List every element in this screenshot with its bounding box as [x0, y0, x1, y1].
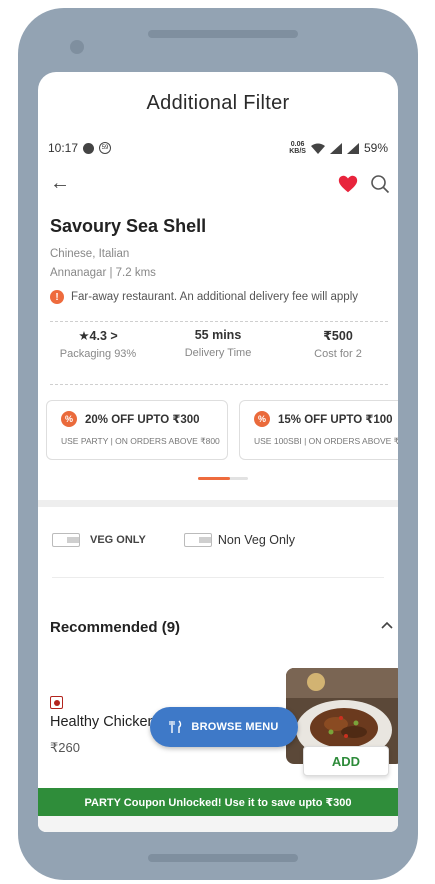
- divider-dotted-top: [50, 321, 388, 322]
- offers-carousel[interactable]: % 20% OFF UPTO ₹300 USE PARTY | ON ORDER…: [46, 400, 398, 462]
- offer-card[interactable]: % 20% OFF UPTO ₹300 USE PARTY | ON ORDER…: [46, 400, 228, 460]
- carousel-pager: [198, 477, 248, 480]
- signal-icon-2: [346, 142, 359, 154]
- wifi-icon: [310, 143, 325, 154]
- front-camera: [70, 40, 84, 54]
- back-arrow-icon[interactable]: ←: [50, 172, 70, 195]
- phone-frame: Additional Filter 10:17 59 0.06 KB/S 59%…: [18, 8, 418, 880]
- restaurant-cuisine: Chinese, Italian: [50, 248, 130, 260]
- status-bar: 10:17 59 0.06 KB/S 59%: [38, 134, 398, 162]
- browse-menu-button[interactable]: BROWSE MENU: [150, 707, 298, 747]
- bottom-cart-strip: [38, 816, 398, 832]
- offer-badge-icon: %: [254, 411, 270, 427]
- restaurant-location: Annanagar | 7.2 kms: [50, 267, 156, 279]
- dish-price: ₹260: [50, 740, 80, 755]
- dish-name: Healthy Chicken: [50, 714, 156, 730]
- network-speed-value: 0.06: [290, 141, 305, 148]
- fork-knife-icon: [169, 720, 182, 733]
- stat-label: Delivery Time: [184, 347, 252, 359]
- delivery-fee-alert: ! Far-away restaurant. An additional del…: [50, 290, 358, 304]
- stat-value: ★4.3 >: [78, 329, 118, 343]
- section-title[interactable]: Recommended (9): [50, 619, 180, 636]
- offer-subtitle: USE PARTY | ON ORDERS ABOVE ₹800: [61, 436, 220, 446]
- offer-badge-icon: %: [61, 411, 77, 427]
- section-divider: [38, 500, 398, 507]
- stat-cost: ₹500 Cost for 2: [278, 328, 398, 372]
- signal-icon: [329, 142, 342, 154]
- stat-value: 55 mins: [194, 328, 242, 342]
- notification-count-icon: 59: [99, 142, 112, 154]
- veg-only-toggle[interactable]: [52, 533, 80, 547]
- network-speed: 0.06 KB/S: [289, 141, 306, 155]
- offer-subtitle: USE 100SBI | ON ORDERS ABOVE ₹400: [254, 436, 398, 446]
- top-nav: ←: [38, 168, 398, 202]
- network-speed-unit: KB/S: [289, 148, 306, 155]
- non-veg-only-label: Non Veg Only: [217, 533, 295, 547]
- carousel-pager-active: [198, 477, 230, 480]
- restaurant-stats: ★4.3 > Packaging 93% 55 mins Delivery Ti…: [38, 328, 398, 372]
- stat-delivery-time: 55 mins Delivery Time: [158, 328, 278, 372]
- earpiece-speaker: [148, 30, 298, 38]
- search-icon[interactable]: [370, 174, 390, 194]
- alert-text: Far-away restaurant. An additional deliv…: [71, 291, 359, 303]
- veg-only-label: VEG ONLY: [90, 534, 146, 546]
- heart-icon[interactable]: [337, 173, 359, 195]
- notification-icon: [83, 142, 95, 154]
- status-time: 10:17: [48, 141, 79, 155]
- stat-value: ₹500: [323, 329, 353, 343]
- restaurant-name: Savoury Sea Shell: [50, 216, 207, 236]
- app-screen: Additional Filter 10:17 59 0.06 KB/S 59%…: [38, 72, 398, 832]
- non-veg-only-toggle[interactable]: [183, 533, 212, 547]
- screen-title: Additional Filter: [146, 91, 290, 114]
- info-icon: !: [50, 290, 64, 304]
- divider-dotted-bottom: [50, 384, 388, 385]
- offer-title: 20% OFF UPTO ₹300: [85, 414, 200, 426]
- offer-card[interactable]: % 15% OFF UPTO ₹100 USE 100SBI | ON ORDE…: [239, 400, 398, 460]
- bottom-bar: [148, 854, 298, 862]
- battery-level: 59%: [363, 141, 388, 155]
- offer-title: 15% OFF UPTO ₹100: [278, 414, 393, 426]
- stat-label: Cost for 2: [314, 348, 362, 360]
- filters-divider: [52, 577, 384, 578]
- add-button[interactable]: ADD: [303, 746, 389, 776]
- non-veg-mark-icon: [50, 696, 63, 709]
- chevron-up-icon[interactable]: [380, 620, 394, 630]
- stat-rating[interactable]: ★4.3 > Packaging 93%: [38, 328, 158, 372]
- coupon-banner: PARTY Coupon Unlocked! Use it to save up…: [38, 788, 398, 816]
- diet-filters: VEG ONLY Non Veg Only: [52, 528, 382, 552]
- stat-label: Packaging 93%: [59, 348, 137, 360]
- browse-menu-label: BROWSE MENU: [191, 721, 279, 733]
